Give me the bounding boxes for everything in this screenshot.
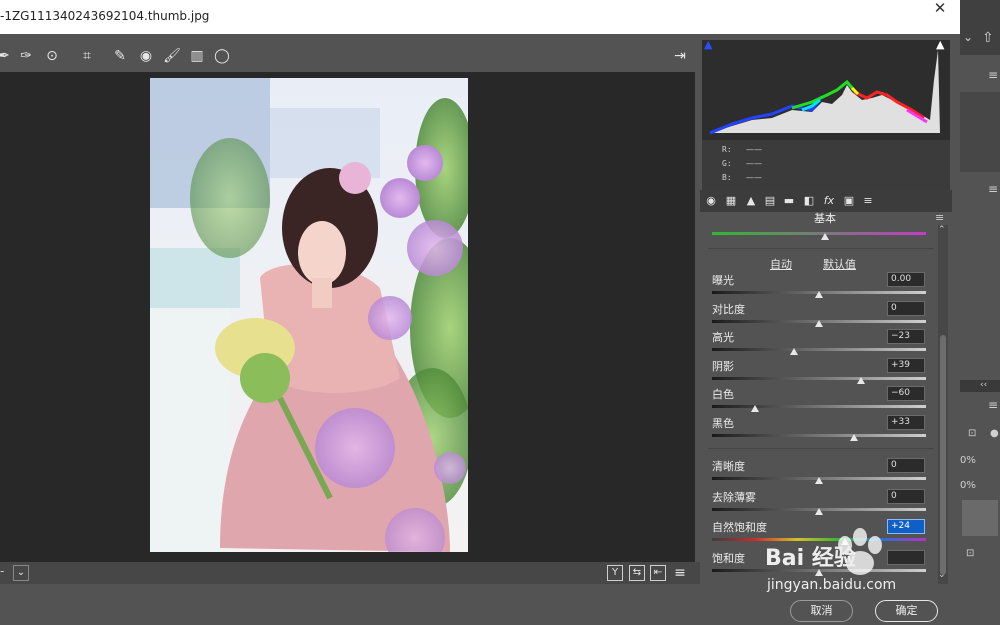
brush-icon[interactable]: 🖌 [162, 46, 182, 66]
fill-value[interactable]: 0% [960, 480, 976, 491]
slider-track[interactable] [712, 405, 926, 408]
slider-thumb[interactable] [790, 348, 799, 355]
r-label: R: [722, 145, 732, 154]
slider-value-field[interactable]: +39 [887, 357, 925, 373]
slider-thumb[interactable] [750, 405, 759, 412]
copy-settings-button[interactable]: ⇤ [650, 565, 666, 581]
slider-track[interactable] [712, 433, 926, 437]
watermark-brand: Bai 经验 [765, 546, 856, 571]
view-toggle-button[interactable]: Y [607, 565, 623, 581]
preview-settings-icon[interactable]: ≡ [670, 563, 690, 583]
target-adjust-icon[interactable]: ⊙ [42, 46, 62, 66]
slider-thumb[interactable] [850, 433, 859, 441]
section-title: 基本 [702, 212, 948, 228]
histogram-chart [709, 50, 940, 135]
graduated-filter-icon[interactable]: ▥ [187, 46, 207, 66]
eyedropper-icon[interactable]: ✒ [0, 46, 14, 66]
toolbar: ✒ ✑ ⊙ ⌗ ✎ ◉ 🖌 ▥ ◯ ⇥ [0, 40, 700, 72]
radial-filter-icon[interactable]: ◯ [212, 46, 232, 66]
panel-menu-icon[interactable]: ≡ [988, 182, 998, 196]
lock-icon-2[interactable]: ● [990, 428, 999, 439]
default-link[interactable]: 默认值 [823, 256, 856, 272]
slider-value-field[interactable]: 0 [887, 300, 925, 316]
slider-value-field[interactable]: +33 [887, 414, 925, 430]
close-icon[interactable]: ✕ [920, 0, 960, 18]
fx-tab-icon[interactable]: fx [821, 193, 837, 209]
watermark-url: jingyan.baidu.com [767, 577, 897, 593]
slider-value-field[interactable]: 0.00 [887, 272, 925, 287]
camera-raw-window: -1ZG111340243692104.thumb.jpg ✕ ⇧ ⌄ ≡ ≡ … [0, 0, 1000, 625]
slider-value-field[interactable]: −60 [887, 386, 925, 401]
slider-label: 高光 [712, 331, 734, 344]
hsl-tab-icon[interactable]: ▤ [762, 193, 778, 209]
slider-label: 曝光 [712, 274, 734, 287]
spot-removal-icon[interactable]: ✎ [110, 46, 130, 66]
slider-track[interactable] [712, 348, 926, 351]
color-sampler-icon[interactable]: ✑ [16, 46, 36, 66]
g-label: G: [722, 159, 732, 168]
divider [708, 448, 934, 449]
g-value: —— [746, 159, 762, 168]
photo-image [150, 78, 468, 552]
auto-link[interactable]: 自动 [770, 256, 792, 272]
layer-lock-icon: ⊡ [966, 548, 975, 559]
slider-label: 去除薄雾 [712, 490, 756, 504]
calibration-tab-icon[interactable]: ▣ [841, 193, 857, 209]
split-toning-tab-icon[interactable]: ▬ [781, 193, 797, 209]
panel-menu-icon[interactable]: ≡ [988, 398, 998, 412]
r-value: —— [746, 145, 762, 154]
collapse-icon[interactable]: ‹‹ [980, 380, 987, 390]
chevron-down-icon[interactable]: ⌄ [963, 30, 973, 44]
slider-thumb[interactable] [815, 319, 823, 327]
slider-label: 自然饱和度 [712, 521, 767, 534]
panel-tabs: ◉ ▦ ▲ ▤ ▬ ◧ fx ▣ ≡ [700, 190, 952, 212]
lens-tab-icon[interactable]: ◧ [801, 193, 817, 209]
share-icon[interactable]: ⇧ [982, 30, 994, 46]
red-eye-icon[interactable]: ◉ [136, 46, 156, 66]
tint-thumb[interactable] [821, 233, 829, 240]
slider-thumb[interactable] [815, 291, 823, 298]
b-value: —— [746, 173, 762, 182]
slider-value-field[interactable]: 0 [887, 488, 925, 504]
slider-value-field[interactable]: −23 [887, 329, 925, 344]
panel-menu-icon[interactable]: ≡ [988, 68, 998, 82]
b-label: B: [722, 173, 732, 182]
divider [708, 248, 934, 249]
slider-label: 清晰度 [712, 460, 745, 473]
slider-thumb[interactable] [815, 477, 823, 484]
slider-value-field[interactable]: 0 [887, 458, 925, 473]
slider-thumb[interactable] [856, 376, 865, 384]
slider-thumb[interactable] [815, 507, 823, 515]
slider-label: 饱和度 [712, 551, 745, 565]
slider-track[interactable] [712, 376, 926, 380]
opacity-value[interactable]: 0% [960, 455, 976, 466]
lock-icon[interactable]: ⊡ [968, 428, 976, 439]
export-icon[interactable]: ⇥ [670, 46, 690, 66]
basic-tab-icon[interactable]: ◉ [703, 193, 719, 209]
presets-tab-icon[interactable]: ≡ [860, 193, 876, 209]
slider-label: 白色 [712, 388, 734, 401]
photo-preview[interactable] [150, 78, 468, 552]
photoshop-panel-strip: ⇧ ⌄ ≡ ≡ ‹‹ ≡ ⊡ ● 0% 0% ⊡ [960, 0, 1000, 625]
zoom-dropdown[interactable]: ⌄ [13, 565, 29, 581]
detail-tab-icon[interactable]: ▲ [743, 193, 759, 209]
rgb-readout: R: —— G: —— B: —— [702, 140, 950, 190]
highlight-clipping-icon[interactable]: ▲ [936, 40, 944, 51]
zoom-level[interactable]: - [0, 564, 4, 578]
scroll-up-icon[interactable]: ⌃ [938, 225, 946, 235]
histogram: ▲ ▲ [702, 40, 950, 140]
view-bar: - ⌄ Y ⇆ ⇤ ≡ [0, 562, 700, 584]
tint-track[interactable] [712, 232, 926, 235]
slider-label: 对比度 [712, 302, 745, 316]
slider-label: 黑色 [712, 416, 734, 430]
watermark: Bai 经验 jingyan.baidu.com [765, 515, 945, 605]
slider-label: 阴影 [712, 359, 734, 373]
shadow-clipping-icon[interactable]: ▲ [704, 40, 712, 51]
swap-settings-button[interactable]: ⇆ [629, 565, 645, 581]
title-bar: -1ZG111340243692104.thumb.jpg ✕ [0, 0, 960, 34]
window-title: -1ZG111340243692104.thumb.jpg [0, 9, 210, 23]
crop-icon[interactable]: ⌗ [77, 46, 97, 66]
panel-menu-icon[interactable]: ≡ [935, 211, 944, 224]
tone-curve-tab-icon[interactable]: ▦ [723, 193, 739, 209]
